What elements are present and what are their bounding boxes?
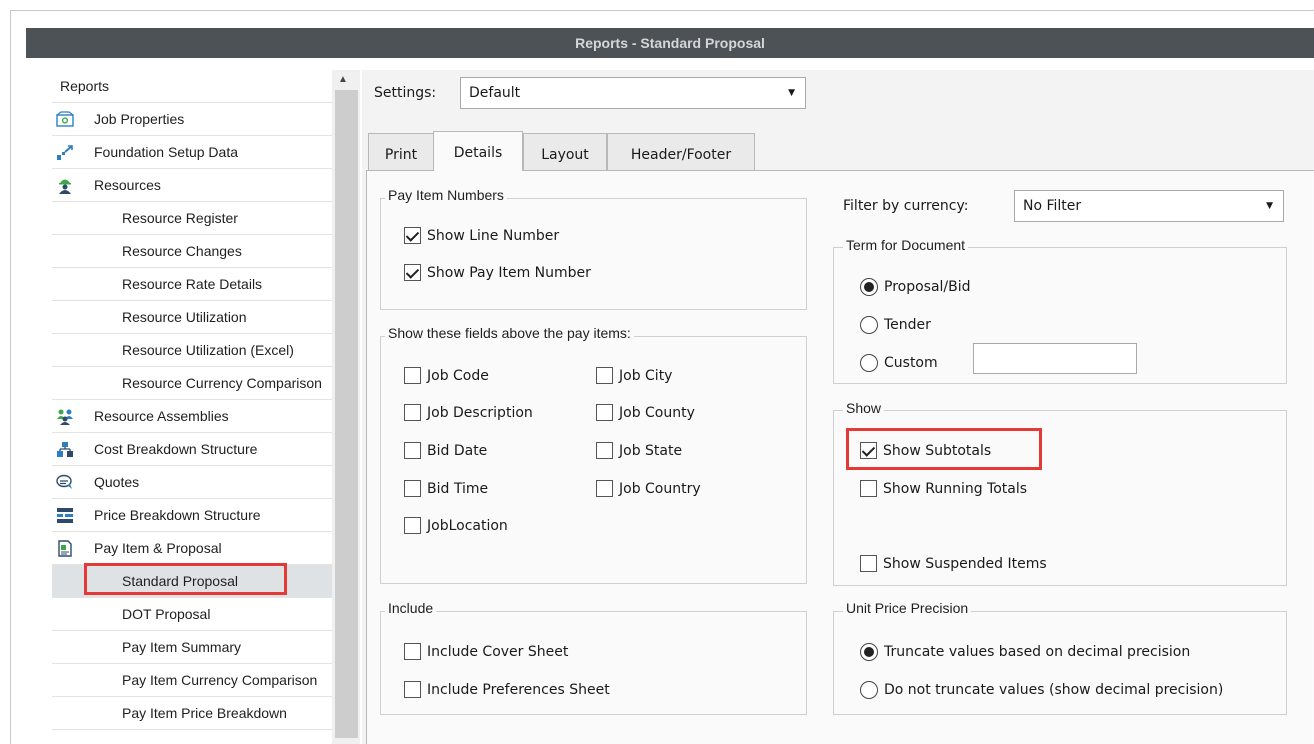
include-preferences-sheet-checkbox[interactable]: Include Preferences Sheet bbox=[404, 681, 610, 698]
bid-time-checkbox[interactable]: Bid Time bbox=[404, 480, 488, 497]
quotes-icon bbox=[56, 474, 72, 489]
do-not-truncate-radio[interactable]: Do not truncate values (show decimal pre… bbox=[860, 681, 1223, 699]
tree-item-resources[interactable]: Resources bbox=[52, 169, 358, 202]
include-cover-sheet-checkbox[interactable]: Include Cover Sheet bbox=[404, 643, 568, 660]
show-line-number-checkbox[interactable]: Show Line Number bbox=[404, 227, 559, 244]
foundation-icon bbox=[57, 145, 73, 160]
tree-item-pay-item-currency-comparison[interactable]: Pay Item Currency Comparison bbox=[52, 664, 358, 697]
show-pay-item-number-checkbox[interactable]: Show Pay Item Number bbox=[404, 264, 591, 281]
job-description-checkbox[interactable]: Job Description bbox=[404, 404, 533, 421]
selected-report-highlight bbox=[84, 563, 287, 595]
job-country-checkbox[interactable]: Job Country bbox=[596, 480, 701, 497]
checkbox-checked-icon bbox=[404, 264, 421, 281]
custom-term-input[interactable] bbox=[973, 343, 1137, 374]
tree-item-resource-utilization[interactable]: Resource Utilization bbox=[52, 301, 358, 334]
tree-item-reports[interactable]: Reports bbox=[52, 70, 358, 103]
job-location-checkbox[interactable]: JobLocation bbox=[404, 517, 508, 534]
tree-item-price-breakdown-structure[interactable]: Price Breakdown Structure bbox=[52, 499, 358, 532]
job-properties-icon bbox=[56, 111, 74, 127]
settings-value: Default bbox=[469, 85, 521, 101]
pay-item-icon bbox=[58, 540, 72, 557]
report-tree: Reports Job Properties Foundation Setup … bbox=[26, 70, 359, 744]
tree-item-cost-breakdown-structure[interactable]: Cost Breakdown Structure bbox=[52, 433, 358, 466]
tree-item-resource-assemblies[interactable]: Resource Assemblies bbox=[52, 400, 358, 433]
chevron-down-icon: ▼ bbox=[1266, 201, 1273, 211]
tree-item-quotes[interactable]: Quotes bbox=[52, 466, 358, 499]
tree-item-resource-changes[interactable]: Resource Changes bbox=[52, 235, 358, 268]
filter-currency-dropdown[interactable]: No Filter ▼ bbox=[1014, 190, 1284, 222]
show-running-totals-checkbox[interactable]: Show Running Totals bbox=[860, 480, 1027, 497]
show-title: Show bbox=[843, 400, 885, 416]
tree-item-resource-utilization-excel[interactable]: Resource Utilization (Excel) bbox=[52, 334, 358, 367]
settings-dropdown[interactable]: Default ▼ bbox=[460, 77, 806, 109]
tree-item-pay-item-price-breakdown[interactable]: Pay Item Price Breakdown bbox=[52, 697, 358, 730]
tab-details[interactable]: Details bbox=[433, 131, 523, 171]
tab-print[interactable]: Print bbox=[368, 133, 434, 171]
tab-layout[interactable]: Layout bbox=[523, 133, 607, 171]
resources-icon bbox=[59, 179, 71, 194]
settings-label: Settings: bbox=[374, 85, 437, 101]
unit-price-precision-group bbox=[833, 611, 1287, 715]
proposal-bid-radio[interactable]: Proposal/Bid bbox=[860, 278, 971, 296]
truncate-values-radio[interactable]: Truncate values based on decimal precisi… bbox=[860, 643, 1190, 661]
include-group bbox=[380, 611, 807, 715]
tree-scroll-thumb[interactable] bbox=[335, 90, 358, 738]
cost-breakdown-icon bbox=[57, 442, 73, 457]
pay-item-numbers-group bbox=[380, 198, 807, 310]
assemblies-icon bbox=[57, 409, 73, 425]
radio-selected-icon bbox=[860, 643, 878, 661]
scroll-up-arrow-icon[interactable]: ▲ bbox=[338, 74, 348, 85]
checkbox-checked-icon bbox=[404, 227, 421, 244]
bid-date-checkbox[interactable]: Bid Date bbox=[404, 442, 487, 459]
unit-price-precision-title: Unit Price Precision bbox=[843, 600, 972, 616]
filter-currency-value: No Filter bbox=[1023, 198, 1082, 214]
custom-radio[interactable]: Custom bbox=[860, 354, 938, 372]
window-title: Reports - Standard Proposal bbox=[26, 28, 1314, 58]
filter-currency-label: Filter by currency: bbox=[843, 198, 969, 214]
tree-item-pay-item-proposal[interactable]: Pay Item & Proposal bbox=[52, 532, 358, 565]
job-city-checkbox[interactable]: Job City bbox=[596, 367, 672, 384]
term-for-document-title: Term for Document bbox=[843, 237, 969, 253]
price-breakdown-icon bbox=[57, 508, 73, 523]
tree-item-resource-rate-details[interactable]: Resource Rate Details bbox=[52, 268, 358, 301]
radio-selected-icon bbox=[860, 278, 878, 296]
job-state-checkbox[interactable]: Job State bbox=[596, 442, 682, 459]
chevron-down-icon: ▼ bbox=[788, 88, 795, 98]
show-subtotals-highlight bbox=[846, 428, 1042, 470]
tree-item-foundation-setup-data[interactable]: Foundation Setup Data bbox=[52, 136, 358, 169]
job-code-checkbox[interactable]: Job Code bbox=[404, 367, 489, 384]
show-suspended-items-checkbox[interactable]: Show Suspended Items bbox=[860, 555, 1047, 572]
tree-item-dot-proposal[interactable]: DOT Proposal bbox=[52, 598, 358, 631]
pay-item-numbers-title: Pay Item Numbers bbox=[385, 187, 507, 203]
fields-above-title: Show these fields above the pay items: bbox=[385, 325, 634, 341]
tree-item-resource-currency-comparison[interactable]: Resource Currency Comparison bbox=[52, 367, 358, 400]
job-county-checkbox[interactable]: Job County bbox=[596, 404, 695, 421]
tree-item-pay-item-summary[interactable]: Pay Item Summary bbox=[52, 631, 358, 664]
tree-item-job-properties[interactable]: Job Properties bbox=[52, 103, 358, 136]
tree-item-resource-register[interactable]: Resource Register bbox=[52, 202, 358, 235]
tender-radio[interactable]: Tender bbox=[860, 316, 931, 334]
include-title: Include bbox=[385, 600, 437, 616]
tab-header-footer[interactable]: Header/Footer bbox=[607, 133, 755, 171]
